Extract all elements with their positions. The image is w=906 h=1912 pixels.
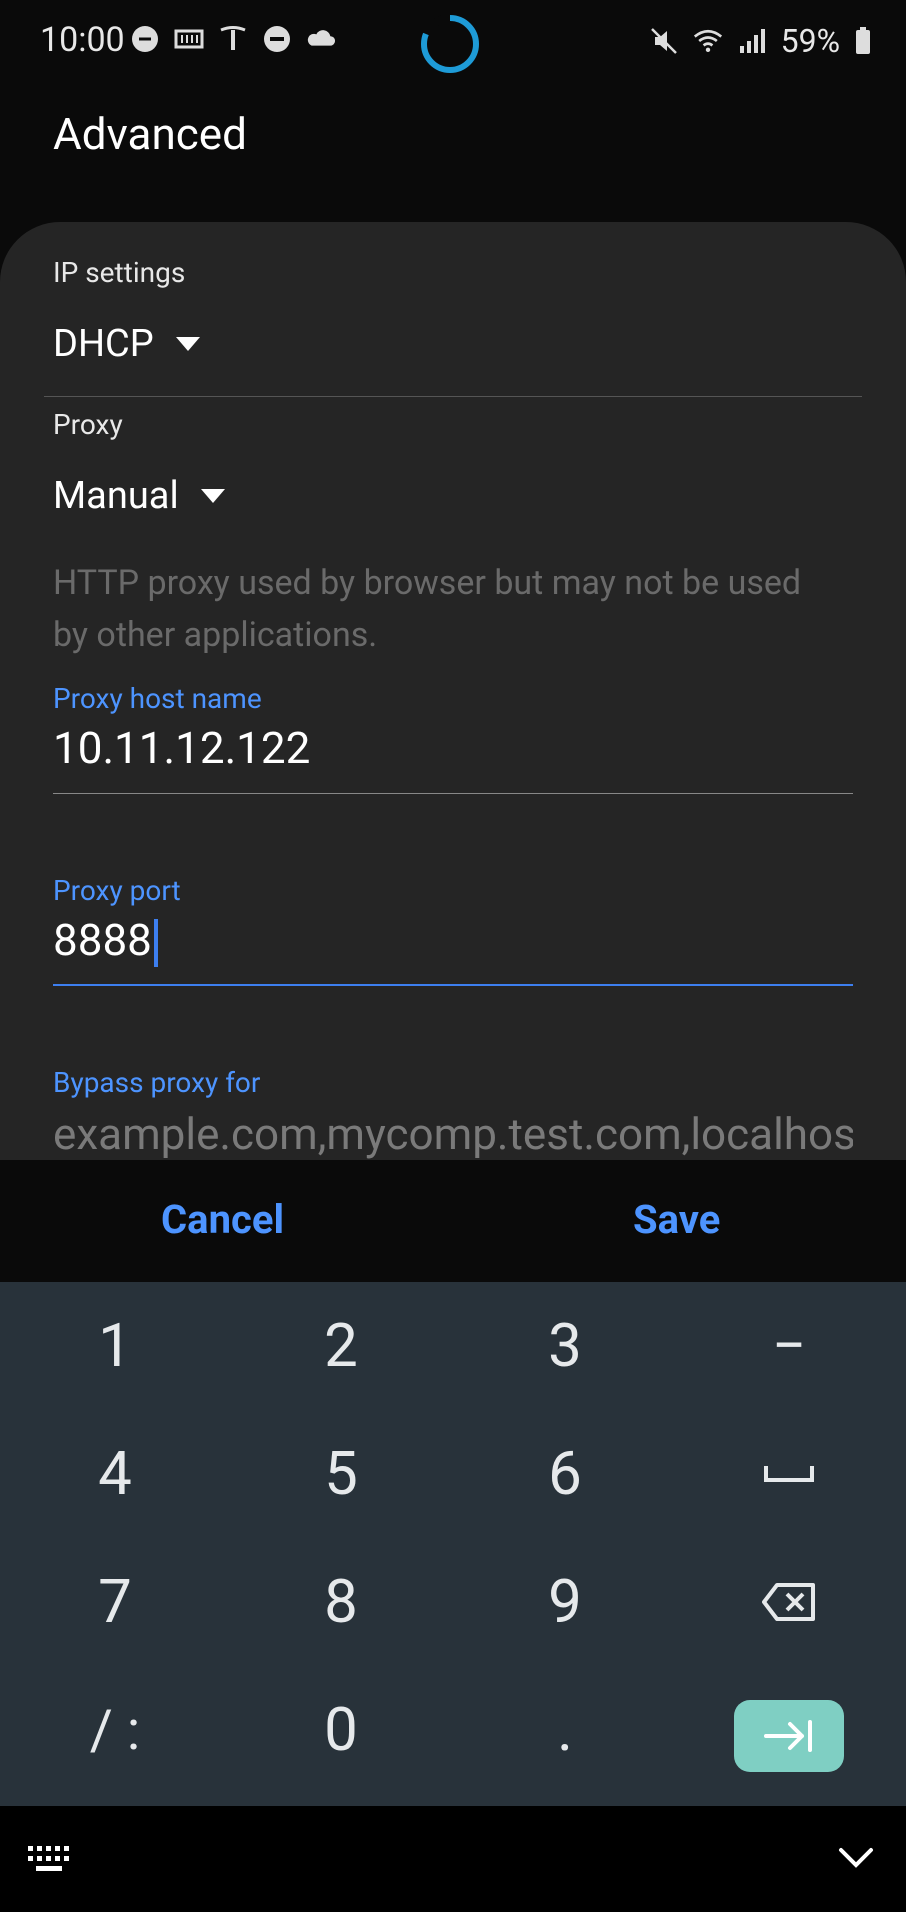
key-0[interactable]: 0 (228, 1666, 454, 1793)
space-key[interactable] (676, 1410, 902, 1537)
cloud-icon (306, 24, 336, 54)
ip-settings-value: DHCP (53, 322, 154, 366)
dropdown-caret-icon (175, 337, 200, 351)
key-4[interactable]: 4 (2, 1410, 228, 1537)
bypass-proxy-label: Bypass proxy for (53, 1066, 261, 1099)
page-title: Advanced (53, 108, 247, 160)
key-slash-colon[interactable]: / : (2, 1666, 228, 1793)
key-7[interactable]: 7 (2, 1538, 228, 1665)
ribbon-icon (174, 24, 204, 54)
status-icons-right: 59% (649, 22, 872, 60)
edge-icon (130, 24, 160, 54)
proxy-host-label: Proxy host name (53, 682, 262, 715)
key-minus[interactable]: − (676, 1282, 902, 1409)
divider (44, 396, 862, 397)
key-8[interactable]: 8 (228, 1538, 454, 1665)
proxy-hint-text: HTTP proxy used by browser but may not b… (53, 563, 802, 655)
keyboard-switch-icon[interactable] (26, 1844, 72, 1878)
proxy-value: Manual (53, 474, 179, 518)
hide-keyboard-icon[interactable] (838, 1846, 874, 1874)
proxy-port-underline (53, 984, 853, 986)
key-period[interactable]: . (452, 1666, 678, 1793)
tab-arrow-icon (764, 1720, 812, 1752)
ip-settings-label: IP settings (53, 256, 186, 289)
battery-icon (854, 26, 872, 56)
navigation-bar (0, 1806, 906, 1912)
status-bar: 10:00 59% (0, 0, 906, 90)
dnd-icon (262, 24, 292, 54)
status-icons-left (130, 24, 336, 54)
advanced-settings-dialog: IP settings DHCP Proxy Manual HTTP proxy… (0, 222, 906, 1282)
key-3[interactable]: 3 (452, 1282, 678, 1409)
proxy-host-underline (53, 793, 853, 794)
ip-settings-dropdown[interactable]: DHCP (53, 322, 200, 366)
proxy-label: Proxy (53, 408, 123, 441)
text-cursor (153, 919, 158, 968)
backspace-key[interactable] (676, 1538, 902, 1665)
proxy-dropdown[interactable]: Manual (53, 474, 225, 518)
backspace-icon (762, 1582, 815, 1621)
bypass-proxy-input[interactable]: example.com,mycomp.test.com,localhost (53, 1108, 853, 1160)
mute-icon (649, 26, 679, 56)
loading-spinner-icon (421, 14, 479, 73)
space-icon (764, 1465, 814, 1482)
key-5[interactable]: 5 (228, 1410, 454, 1537)
key-9[interactable]: 9 (452, 1538, 678, 1665)
key-2[interactable]: 2 (228, 1282, 454, 1409)
proxy-port-input[interactable]: 8888 (53, 914, 158, 968)
status-time: 10:00 (40, 20, 125, 60)
key-1[interactable]: 1 (2, 1282, 228, 1409)
key-6[interactable]: 6 (452, 1410, 678, 1537)
wifi-icon (693, 26, 723, 56)
dialog-actions: Cancel Save (0, 1160, 906, 1282)
signal-icon (737, 26, 767, 56)
tab-next-key[interactable] (734, 1700, 844, 1772)
cancel-button[interactable]: Cancel (161, 1196, 284, 1243)
dropdown-caret-icon (200, 489, 225, 503)
battery-percent: 59% (780, 22, 840, 60)
tesla-icon (218, 24, 248, 54)
save-button[interactable]: Save (633, 1196, 720, 1243)
proxy-port-value: 8888 (53, 914, 152, 966)
proxy-port-label: Proxy port (53, 874, 181, 907)
proxy-host-input[interactable]: 10.11.12.122 (53, 722, 310, 774)
